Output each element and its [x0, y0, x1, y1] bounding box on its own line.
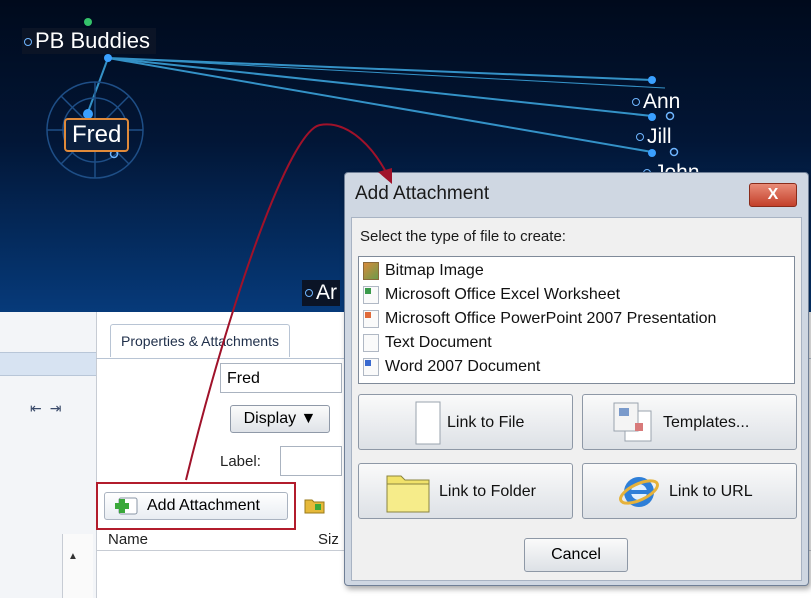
display-dropdown[interactable]: Display ▼ — [230, 405, 330, 433]
add-attachment-dialog: Add Attachment X Select the type of file… — [344, 172, 809, 586]
indent-buttons[interactable]: ⇤⇥ — [30, 400, 69, 417]
node-jill[interactable]: Jill — [636, 124, 672, 150]
topic-name-field[interactable]: Fred — [220, 363, 342, 393]
node-label: Ann — [643, 90, 681, 113]
column-header-name[interactable]: Name — [108, 531, 148, 548]
label-caption: Label: — [220, 453, 261, 470]
jill-connector-icon[interactable] — [669, 147, 679, 157]
link-to-url-button[interactable]: Link to URL — [582, 463, 797, 519]
folder-icon — [386, 475, 430, 513]
node-dot-icon — [24, 38, 32, 47]
node-dot-icon — [305, 289, 313, 298]
link-to-folder-button[interactable]: Link to Folder — [358, 463, 573, 519]
list-item-label: Text Document — [385, 334, 492, 351]
close-button[interactable]: X — [749, 183, 797, 207]
word-file-icon — [363, 357, 379, 376]
add-attachment-plus-icon — [115, 497, 138, 515]
close-icon: X — [767, 186, 779, 203]
text-file-icon — [363, 333, 379, 352]
cancel-button[interactable]: Cancel — [524, 538, 628, 572]
node-ann[interactable]: Ann — [632, 89, 680, 115]
link-fred — [87, 57, 109, 113]
link-to-file-button[interactable]: Link to File — [358, 394, 573, 450]
list-item-excel[interactable]: Microsoft Office Excel Worksheet — [363, 283, 620, 307]
list-item-label: Microsoft Office PowerPoint 2007 Present… — [385, 310, 717, 327]
node-pb-buddies[interactable]: PB Buddies — [22, 28, 156, 54]
powerpoint-file-icon — [363, 309, 379, 328]
internet-explorer-icon — [619, 477, 659, 507]
list-item-label: Bitmap Image — [385, 262, 484, 279]
ann-anchor-dot[interactable] — [648, 76, 656, 84]
list-item-text[interactable]: Text Document — [363, 331, 492, 355]
node-partial[interactable]: Ar — [302, 280, 340, 306]
button-label: Templates... — [663, 414, 750, 431]
label-input[interactable] — [280, 446, 342, 476]
scroll-up-arrow-icon[interactable]: ▲ — [64, 548, 82, 566]
dialog-body: Select the type of file to create: Bitma… — [351, 217, 802, 581]
file-type-list[interactable]: Bitmap Image Microsoft Office Excel Work… — [358, 256, 795, 384]
dialog-title: Add Attachment — [355, 183, 490, 204]
link-ann — [107, 57, 653, 81]
increase-indent-icon[interactable]: ⇥ — [50, 400, 70, 416]
button-label: Link to URL — [669, 483, 753, 500]
list-item-powerpoint[interactable]: Microsoft Office PowerPoint 2007 Present… — [363, 307, 716, 331]
blank-document-icon — [415, 401, 441, 445]
node-label: PB Buddies — [35, 28, 150, 53]
node-label: Jill — [647, 125, 672, 148]
link-jill — [107, 57, 653, 117]
left-pane-header — [0, 352, 96, 376]
node-dot-icon — [636, 133, 644, 142]
add-attachment-label: Add Attachment — [147, 497, 260, 514]
button-label: Link to Folder — [439, 483, 536, 500]
tab-properties-attachments[interactable]: Properties & Attachments — [110, 324, 290, 357]
list-item-label: Word 2007 Document — [385, 358, 541, 375]
node-label: Fred — [72, 121, 122, 148]
open-folder-icon[interactable] — [304, 496, 326, 514]
bitmap-icon — [363, 261, 379, 280]
column-header-size[interactable]: Siz — [318, 531, 339, 548]
templates-icon — [613, 402, 652, 442]
node-fred[interactable]: Fred — [64, 118, 130, 152]
add-attachment-button[interactable]: Add Attachment — [104, 492, 288, 520]
john-anchor-dot[interactable] — [648, 149, 656, 157]
list-item-bitmap[interactable]: Bitmap Image — [363, 259, 484, 283]
list-item-label: Microsoft Office Excel Worksheet — [385, 286, 621, 303]
link-john — [107, 57, 653, 153]
left-pane: ⇤⇥ ▲ — [0, 312, 97, 598]
root-anchor-dot[interactable] — [104, 54, 112, 62]
decrease-indent-icon[interactable]: ⇤ — [30, 400, 50, 416]
root-handle-dot[interactable] — [84, 18, 92, 26]
button-label: Link to File — [447, 414, 525, 431]
templates-button[interactable]: Templates... — [582, 394, 797, 450]
excel-file-icon — [363, 285, 379, 304]
add-attachment-highlight: Add Attachment — [96, 482, 296, 530]
node-dot-icon — [632, 98, 640, 107]
left-pane-scrollbar[interactable] — [62, 534, 93, 598]
file-type-prompt: Select the type of file to create: — [360, 228, 566, 245]
tab-label: Properties & Attachments — [121, 333, 279, 349]
list-item-word[interactable]: Word 2007 Document — [363, 355, 540, 379]
node-label: Ar — [316, 281, 337, 304]
